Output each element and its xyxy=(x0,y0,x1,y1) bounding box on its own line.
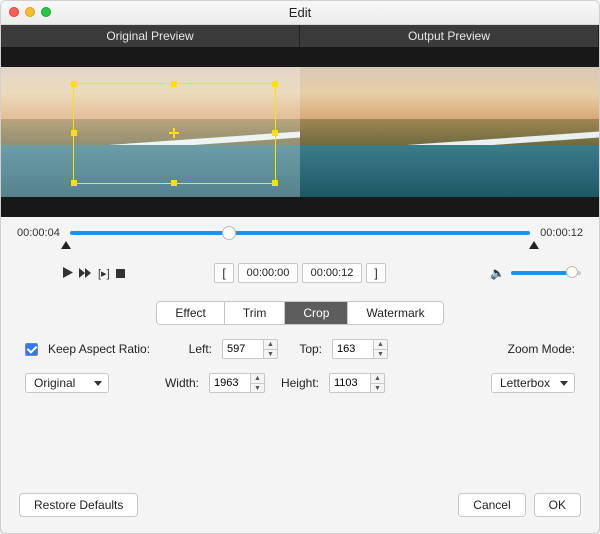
transport-row: [▸] [ 00:00:00 00:00:12 ] 🔈 xyxy=(1,249,599,291)
zoom-icon[interactable] xyxy=(41,7,51,17)
original-preview[interactable] xyxy=(1,47,300,217)
range-group: [ 00:00:00 00:00:12 ] xyxy=(214,263,386,283)
in-time-field[interactable]: 00:00:00 xyxy=(238,263,298,283)
volume-control: 🔈 xyxy=(490,266,581,280)
crop-rectangle[interactable] xyxy=(73,83,276,184)
original-preview-label: Original Preview xyxy=(1,25,300,47)
next-frame-button[interactable]: [▸] xyxy=(98,267,110,280)
crop-handle-tc[interactable] xyxy=(171,81,177,87)
seek-thumb[interactable] xyxy=(222,226,236,240)
zoom-mode-value: Letterbox xyxy=(500,376,550,390)
zoom-mode-label: Zoom Mode: xyxy=(508,342,575,356)
preview-header: Original Preview Output Preview xyxy=(1,25,599,47)
timeline: 00:00:04 00:00:12 xyxy=(1,217,599,243)
aspect-preset-select[interactable]: Original xyxy=(25,373,109,393)
out-time-field[interactable]: 00:00:12 xyxy=(302,263,362,283)
trim-in-marker[interactable] xyxy=(61,241,71,249)
fast-forward-button[interactable] xyxy=(79,266,92,281)
chevron-up-icon[interactable]: ▲ xyxy=(371,374,384,384)
volume-thumb[interactable] xyxy=(566,266,578,278)
play-button[interactable] xyxy=(63,266,73,281)
current-time: 00:00:04 xyxy=(17,227,60,239)
tab-effect[interactable]: Effect xyxy=(157,302,224,324)
restore-defaults-button[interactable]: Restore Defaults xyxy=(19,493,138,517)
width-label: Width: xyxy=(159,376,199,390)
chevron-down-icon[interactable]: ▼ xyxy=(374,350,387,359)
volume-slider[interactable] xyxy=(511,271,581,275)
crop-handle-bl[interactable] xyxy=(71,180,77,186)
chevron-down-icon[interactable]: ▼ xyxy=(264,350,277,359)
crop-form: Keep Aspect Ratio: Left: ▲▼ Top: ▲▼ Zoom… xyxy=(1,339,599,393)
crop-handle-bc[interactable] xyxy=(171,180,177,186)
chevron-up-icon[interactable]: ▲ xyxy=(251,374,264,384)
crop-handle-rc[interactable] xyxy=(272,130,278,136)
left-stepper[interactable]: ▲▼ xyxy=(222,339,278,359)
height-stepper[interactable]: ▲▼ xyxy=(329,373,385,393)
keep-aspect-checkbox[interactable] xyxy=(25,343,38,356)
tab-watermark[interactable]: Watermark xyxy=(348,302,442,324)
crop-handle-tl[interactable] xyxy=(71,81,77,87)
speaker-icon[interactable]: 🔈 xyxy=(490,266,505,280)
height-field[interactable] xyxy=(329,373,371,393)
chevron-down-icon[interactable]: ▼ xyxy=(251,384,264,393)
left-field[interactable] xyxy=(222,339,264,359)
trim-markers xyxy=(1,241,599,249)
top-stepper[interactable]: ▲▼ xyxy=(332,339,388,359)
transport-controls: [▸] xyxy=(63,266,125,281)
stop-button[interactable] xyxy=(116,266,125,281)
chevron-down-icon[interactable]: ▼ xyxy=(371,384,384,393)
preview-area xyxy=(1,47,599,217)
height-label: Height: xyxy=(275,376,319,390)
tab-bar: Effect Trim Crop Watermark xyxy=(1,291,599,339)
seek-slider[interactable] xyxy=(70,231,530,235)
titlebar: Edit xyxy=(1,1,599,25)
close-icon[interactable] xyxy=(9,7,19,17)
crop-center-icon xyxy=(169,128,179,138)
ok-button[interactable]: OK xyxy=(534,493,581,517)
footer: Restore Defaults Cancel OK xyxy=(1,481,599,533)
aspect-preset-value: Original xyxy=(34,376,75,390)
output-preview-label: Output Preview xyxy=(300,25,599,47)
trim-out-marker[interactable] xyxy=(529,241,539,249)
tab-trim[interactable]: Trim xyxy=(225,302,286,324)
crop-handle-br[interactable] xyxy=(272,180,278,186)
window-controls xyxy=(9,7,51,17)
keep-aspect-label: Keep Aspect Ratio: xyxy=(48,342,168,356)
zoom-mode-select[interactable]: Letterbox xyxy=(491,373,575,393)
left-label: Left: xyxy=(178,342,212,356)
output-preview xyxy=(300,47,599,217)
window-title: Edit xyxy=(289,5,311,20)
width-stepper[interactable]: ▲▼ xyxy=(209,373,265,393)
top-label: Top: xyxy=(288,342,322,356)
cancel-button[interactable]: Cancel xyxy=(458,493,525,517)
set-in-button[interactable]: [ xyxy=(214,263,234,283)
top-field[interactable] xyxy=(332,339,374,359)
width-field[interactable] xyxy=(209,373,251,393)
chevron-up-icon[interactable]: ▲ xyxy=(264,340,277,350)
edit-window: Edit Original Preview Output Preview xyxy=(0,0,600,534)
original-thumbnail xyxy=(1,67,300,197)
crop-handle-tr[interactable] xyxy=(272,81,278,87)
tab-crop[interactable]: Crop xyxy=(285,302,348,324)
crop-handle-lc[interactable] xyxy=(71,130,77,136)
output-thumbnail xyxy=(300,67,599,197)
minimize-icon[interactable] xyxy=(25,7,35,17)
chevron-up-icon[interactable]: ▲ xyxy=(374,340,387,350)
duration-time: 00:00:12 xyxy=(540,227,583,239)
set-out-button[interactable]: ] xyxy=(366,263,386,283)
